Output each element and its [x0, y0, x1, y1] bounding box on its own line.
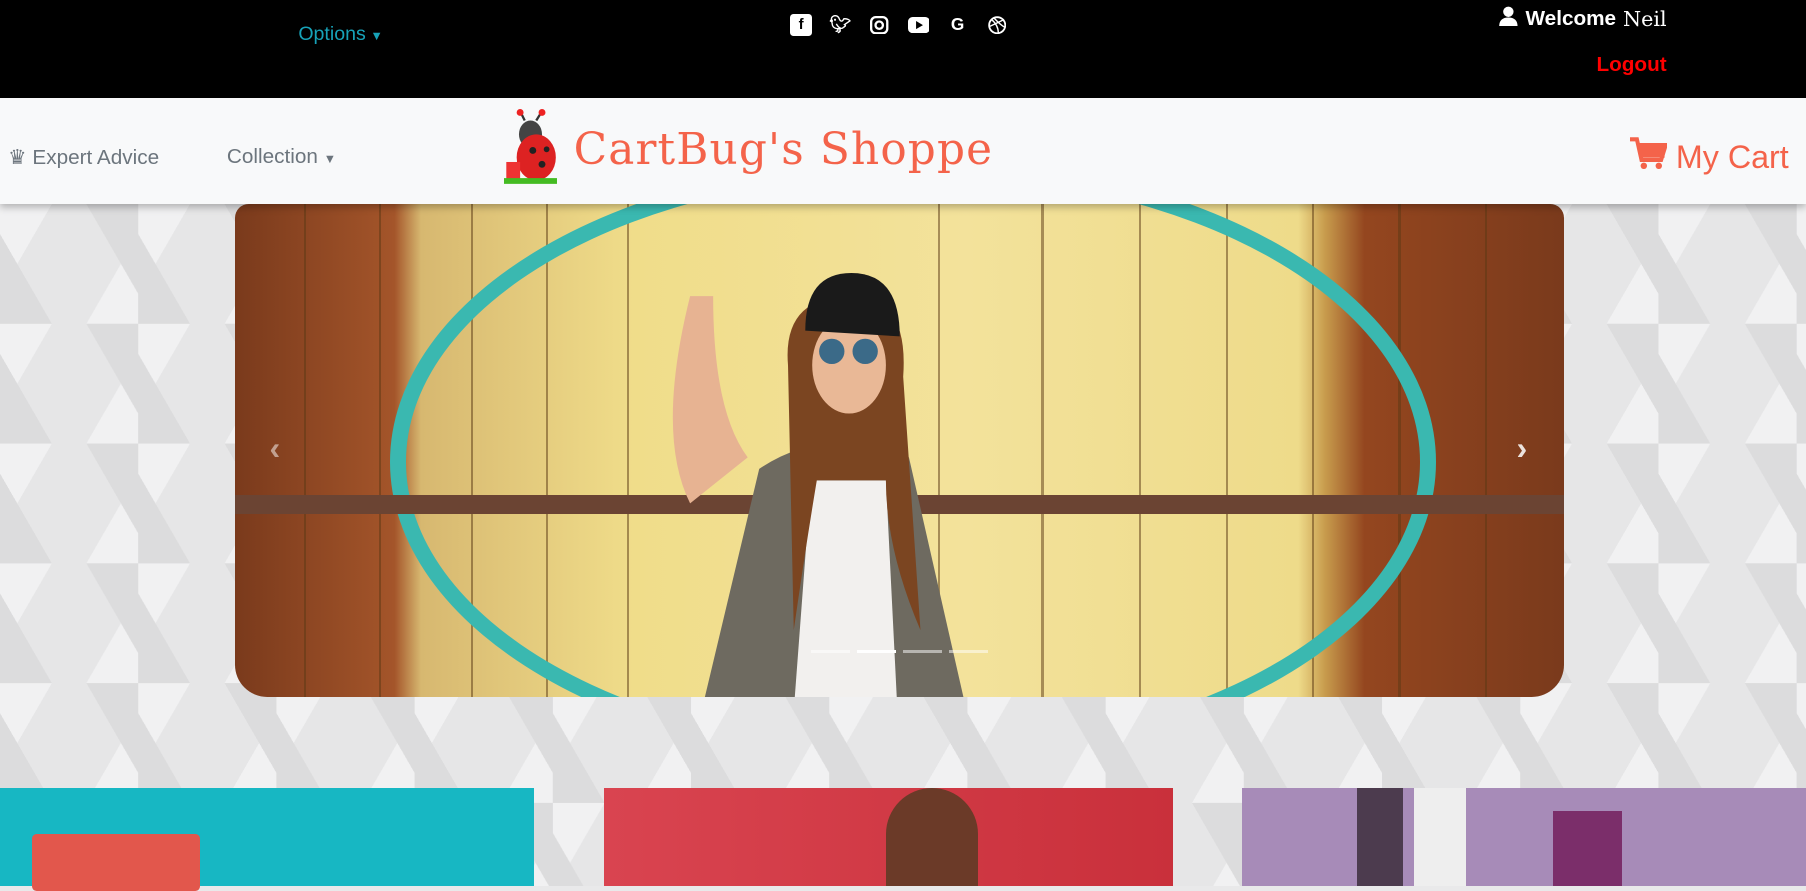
- top-bar: Options ▼ f 🐦︎ G Welcome Neil Logout: [0, 0, 1806, 98]
- instagram-icon[interactable]: [868, 14, 890, 36]
- product-bottle-image: [1356, 787, 1403, 886]
- chess-queen-icon: ♛: [8, 146, 27, 170]
- product-box-image: [1552, 810, 1622, 886]
- options-dropdown[interactable]: Options ▼: [298, 23, 383, 46]
- brand-name: CartBug's Shoppe: [573, 124, 994, 176]
- carousel-prev-button[interactable]: ‹: [270, 430, 281, 467]
- my-cart-link[interactable]: My Cart: [1629, 137, 1789, 177]
- logout-link[interactable]: Logout: [1596, 53, 1666, 77]
- carousel-indicator[interactable]: [810, 649, 850, 654]
- carousel-indicator[interactable]: [856, 649, 897, 654]
- caret-down-icon: ▼: [323, 152, 337, 167]
- product-bottle-image: [1414, 787, 1467, 886]
- ladybug-logo-icon: [504, 109, 559, 190]
- options-label: Options: [298, 23, 366, 46]
- brand-logo[interactable]: CartBug's Shoppe: [504, 109, 993, 190]
- caret-down-icon: ▼: [370, 29, 383, 44]
- category-card-gifts[interactable]: [0, 787, 535, 891]
- carousel-indicator[interactable]: [949, 649, 989, 654]
- user-name: Neil: [1623, 7, 1667, 32]
- category-card-beauty[interactable]: [1241, 787, 1806, 886]
- carousel-indicator[interactable]: [902, 649, 943, 654]
- shopping-cart-icon: [1629, 137, 1669, 177]
- category-card-fashion[interactable]: [603, 787, 1173, 886]
- collection-label: Collection: [226, 145, 318, 169]
- collection-dropdown[interactable]: Collection ▼: [227, 145, 336, 169]
- model-image: [885, 787, 978, 886]
- expert-advice-label: Expert Advice: [32, 146, 160, 170]
- carousel-indicators: [810, 649, 989, 654]
- gift-box-image: [32, 833, 201, 891]
- expert-advice-link[interactable]: ♛ Expert Advice: [8, 145, 159, 170]
- carousel-next-button[interactable]: ›: [1517, 430, 1528, 467]
- google-icon[interactable]: G: [947, 14, 969, 36]
- main-navbar: ♛ Expert Advice Collection ▼ CartBug's S…: [0, 97, 1806, 204]
- social-links: f 🐦︎ G: [790, 13, 1008, 36]
- hero-carousel: ‹ ›: [234, 203, 1565, 697]
- slide-image-woman: [672, 272, 964, 697]
- twitter-icon[interactable]: 🐦︎: [829, 14, 851, 36]
- welcome-label: Welcome: [1525, 7, 1617, 31]
- user-icon: [1498, 6, 1519, 33]
- youtube-icon[interactable]: [907, 14, 930, 36]
- welcome-user[interactable]: Welcome Neil: [1498, 6, 1667, 33]
- cart-label: My Cart: [1675, 138, 1789, 175]
- dribbble-icon[interactable]: [986, 14, 1008, 36]
- facebook-icon[interactable]: f: [790, 13, 812, 36]
